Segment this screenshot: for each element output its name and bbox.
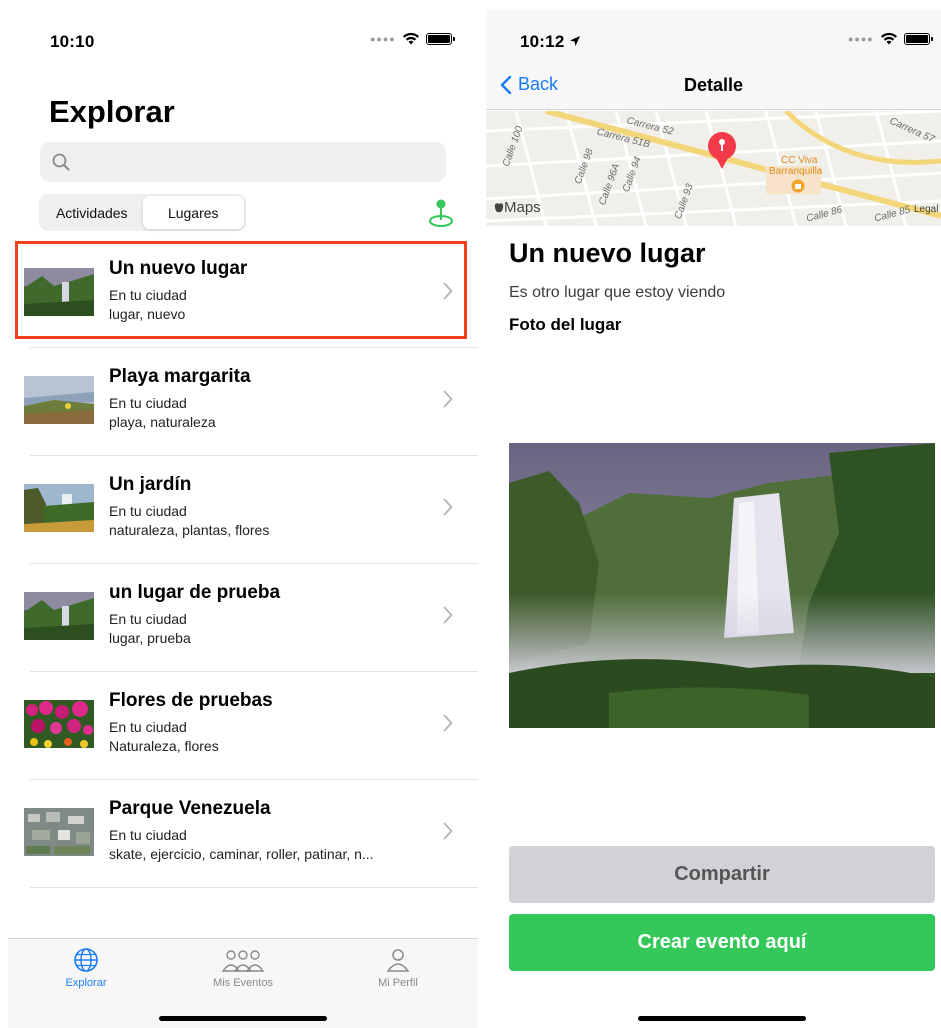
place-thumbnail [24,592,94,640]
row-divider [30,887,478,888]
explorar-screen: 10:10 ●●●● Explorar Actividades Lugares [8,10,478,1028]
status-icons: ●●●● [370,32,455,45]
place-subtitle: En tu ciudad [109,287,187,303]
status-time-text: 10:12 [520,32,565,51]
chevron-right-icon [443,822,453,840]
status-time: 10:12 [520,32,581,52]
status-bar: 10:12 ●●●● [486,10,941,70]
tab-label: Mis Eventos [213,977,273,989]
map-pin-icon [429,199,453,227]
place-tags: Naturaleza, flores [109,738,219,754]
page-title: Explorar [49,94,175,129]
place-subtitle: En tu ciudad [109,611,187,627]
battery-icon [425,32,455,45]
place-title: Un jardín [109,474,192,495]
place-title: Parque Venezuela [109,798,271,819]
place-tags: lugar, prueba [109,630,191,646]
location-arrow-icon [570,36,581,46]
status-time: 10:10 [50,32,95,51]
chevron-right-icon [443,498,453,516]
chevron-right-icon [443,390,453,408]
place-thumbnail [24,700,94,748]
place-title: Un nuevo lugar [509,238,706,268]
place-thumbnail [24,268,94,316]
globe-icon [74,948,98,972]
shopping-poi-icon [791,179,805,193]
search-bar[interactable] [40,142,446,182]
place-tags: lugar, nuevo [109,306,186,322]
place-photo [509,443,935,728]
wifi-icon [402,32,419,45]
segmented-control: Actividades Lugares [39,194,246,231]
nav-title: Detalle [683,75,744,95]
chevron-right-icon [443,714,453,732]
maps-attribution: Maps [494,199,541,216]
cellular-signal-icon: ●●●● [370,33,396,44]
list-item[interactable]: un lugar de prueba En tu ciudad lugar, p… [8,564,478,672]
search-icon [52,153,70,171]
create-event-button[interactable]: Crear evento aquí [509,914,935,971]
tab-mis-eventos[interactable]: Mis Eventos [183,947,303,989]
place-title: un lugar de prueba [109,582,281,603]
navigation-bar: 10:12 ●●●● Back Detalle [486,10,941,110]
tab-label: Mi Perfil [378,977,418,989]
legal-link[interactable]: Legal [914,204,938,215]
home-indicator [159,1016,327,1021]
place-subtitle: En tu ciudad [109,503,187,519]
place-thumbnail [24,484,94,532]
location-map[interactable]: Carrera 51B Carrera 52 Calle 100 Calle 9… [486,111,941,226]
maps-label: Maps [504,199,541,216]
place-description: Es otro lugar que estoy viendo [509,284,726,301]
place-subtitle: En tu ciudad [109,827,187,843]
place-title: Flores de pruebas [109,690,273,711]
place-thumbnail [24,376,94,424]
location-pin-icon [708,132,736,169]
place-tags: skate, ejercicio, caminar, roller, patin… [109,846,374,862]
chevron-right-icon [443,606,453,624]
map-view-button[interactable] [428,198,454,233]
share-button[interactable]: Compartir [509,846,935,903]
tab-bar: Explorar Mis Eventos Mi Perfil [8,938,478,1028]
place-thumbnail [24,808,94,856]
segment-lugares[interactable]: Lugares [142,196,244,229]
list-item[interactable]: Flores de pruebas En tu ciudad Naturalez… [8,672,478,780]
status-icons: ●●●● [848,32,933,45]
people-icon [221,950,265,972]
list-item[interactable]: Playa margarita En tu ciudad playa, natu… [8,348,478,456]
map-poi-label: CC Viva [781,155,818,166]
apple-logo-icon [494,203,504,213]
tab-explorar[interactable]: Explorar [26,947,146,989]
place-subtitle: En tu ciudad [109,719,187,735]
battery-icon [903,32,933,45]
status-bar: 10:10 ●●●● [8,10,478,70]
map-poi-label: Barranquilla [769,166,823,177]
segment-actividades[interactable]: Actividades [41,196,143,229]
list-item[interactable]: Parque Venezuela En tu ciudad skate, eje… [8,780,478,888]
search-input[interactable] [78,142,438,182]
chevron-right-icon [443,282,453,300]
place-tags: playa, naturaleza [109,414,216,430]
tab-label: Explorar [65,977,107,989]
tab-mi-perfil[interactable]: Mi Perfil [338,947,458,989]
place-title: Playa margarita [109,366,251,387]
place-title: Un nuevo lugar [109,258,248,279]
list-item[interactable]: Un nuevo lugar En tu ciudad lugar, nuevo [8,240,478,348]
list-item[interactable]: Un jardín En tu ciudad naturaleza, plant… [8,456,478,564]
person-icon [386,949,410,972]
place-tags: naturaleza, plantas, flores [109,522,270,538]
place-subtitle: En tu ciudad [109,395,187,411]
photo-label: Foto del lugar [509,315,622,334]
wifi-icon [880,32,897,45]
home-indicator [638,1016,806,1021]
detalle-screen: 10:12 ●●●● Back Detalle Carrera 51B Carr… [486,10,941,1028]
cellular-signal-icon: ●●●● [848,33,874,44]
places-list: Un nuevo lugar En tu ciudad lugar, nuevo… [8,240,478,888]
